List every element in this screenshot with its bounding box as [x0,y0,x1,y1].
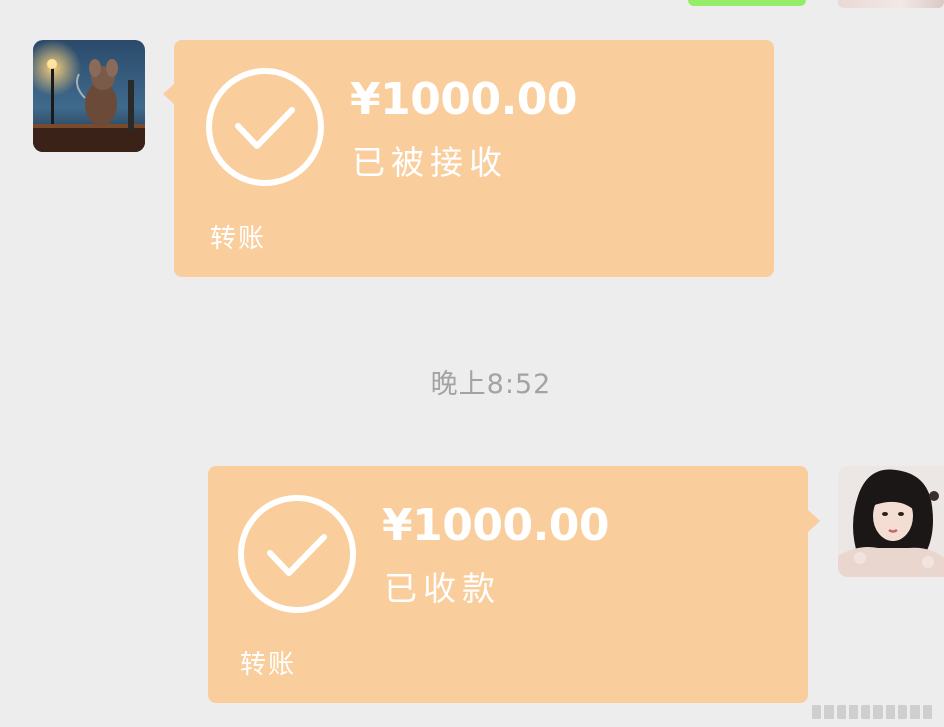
watermark [812,705,932,719]
previous-sender-avatar[interactable] [838,0,944,8]
contact-avatar-image [33,40,145,152]
transfer-amount: ¥1000.00 [350,74,578,125]
bubble-tail [808,510,820,532]
user-avatar-image [838,466,944,577]
transfer-status: 已被接收 [352,143,508,182]
contact-avatar[interactable] [33,40,145,152]
message-timestamp: 晚上8:52 [430,369,552,400]
outgoing-transfer-card[interactable]: ¥1000.00 已收款 转账 [208,466,820,703]
transfer-status: 已收款 [384,569,501,608]
user-avatar[interactable] [838,466,944,577]
check-circle-icon [206,68,324,186]
transfer-label: 转账 [210,224,267,254]
transfer-label: 转账 [240,650,297,680]
check-circle-icon [238,495,356,613]
previous-message-bubble[interactable] [688,0,806,6]
transfer-amount: ¥1000.00 [382,500,610,551]
chat-screen: ¥1000.00 已被接收 转账 晚上8:52 ¥1000.00 已收款 转账 [0,0,944,727]
incoming-transfer-card[interactable]: ¥1000.00 已被接收 转账 [163,40,774,277]
bubble-tail [163,83,175,105]
